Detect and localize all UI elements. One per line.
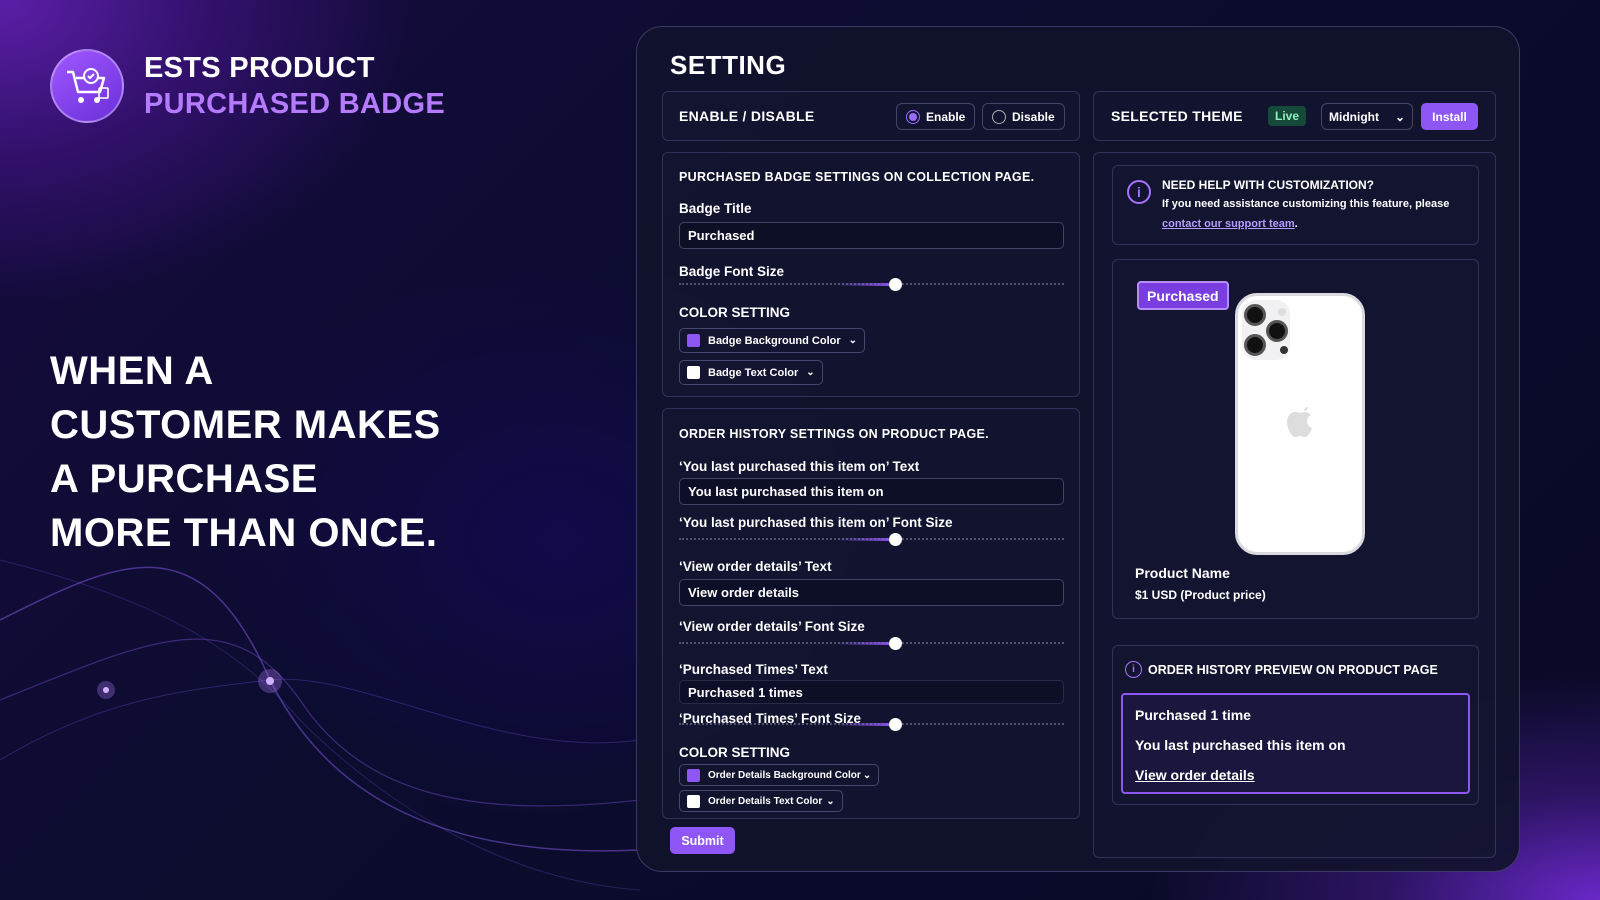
chevron-down-icon: ⌄ bbox=[806, 367, 815, 378]
hero-line: CUSTOMER MAKES bbox=[50, 403, 441, 447]
color-setting-title: COLOR SETTING bbox=[679, 745, 790, 760]
collection-settings-card: PURCHASED BADGE SETTINGS ON COLLECTION P… bbox=[662, 152, 1080, 397]
view-details-size-label: ‘View order details’ Font Size bbox=[679, 619, 865, 634]
order-details-background-color-picker[interactable]: Order Details Background Color ⌄ bbox=[679, 764, 880, 786]
order-history-section-title: ORDER HISTORY SETTINGS ON PRODUCT PAGE. bbox=[679, 427, 989, 441]
slider-thumb[interactable] bbox=[888, 278, 902, 291]
order-history-settings-card: ORDER HISTORY SETTINGS ON PRODUCT PAGE. … bbox=[662, 408, 1080, 819]
enable-radio[interactable]: Enable bbox=[896, 103, 976, 130]
slider-thumb[interactable] bbox=[888, 718, 902, 731]
purchased-times-label: ‘Purchased Times’ Text bbox=[679, 662, 828, 677]
purchased-times-input[interactable] bbox=[679, 680, 1064, 704]
install-button[interactable]: Install bbox=[1421, 103, 1478, 130]
disable-radio-label: Disable bbox=[1012, 109, 1055, 124]
info-icon: i bbox=[1127, 180, 1151, 204]
badge-background-color-picker[interactable]: Badge Background Color ⌄ bbox=[679, 328, 866, 353]
last-purchased-preview: You last purchased this item on bbox=[1135, 737, 1346, 753]
badge-title-label: Badge Title bbox=[679, 201, 752, 216]
picker-label: Badge Background Color bbox=[708, 334, 841, 347]
color-swatch bbox=[687, 366, 700, 379]
view-details-size-slider[interactable] bbox=[679, 637, 1064, 650]
purchased-badge-preview: Purchased bbox=[1137, 281, 1229, 310]
badge-text-color-picker[interactable]: Badge Text Color ⌄ bbox=[679, 360, 823, 385]
view-order-details-link[interactable]: View order details bbox=[1135, 767, 1255, 783]
last-purchased-size-label: ‘You last purchased this item on’ Font S… bbox=[679, 515, 953, 530]
order-preview-title: ORDER HISTORY PREVIEW ON PRODUCT PAGE bbox=[1148, 663, 1438, 677]
product-preview-card: Purchased Product Name $1 USD (Product p… bbox=[1112, 259, 1479, 619]
settings-panel: SETTING ENABLE / DISABLE Enable Disable … bbox=[636, 26, 1520, 872]
enable-radio-label: Enable bbox=[926, 109, 966, 124]
order-history-preview-card: i ORDER HISTORY PREVIEW ON PRODUCT PAGE … bbox=[1112, 645, 1479, 805]
order-history-preview: Purchased 1 time You last purchased this… bbox=[1121, 693, 1470, 794]
theme-label: SELECTED THEME bbox=[1111, 108, 1243, 124]
collection-section-title: PURCHASED BADGE SETTINGS ON COLLECTION P… bbox=[679, 170, 1035, 184]
theme-select[interactable]: Midnight ⌄ bbox=[1321, 103, 1413, 130]
last-purchased-label: ‘You last purchased this item on’ Text bbox=[679, 459, 920, 474]
last-purchased-size-slider[interactable] bbox=[679, 533, 1064, 546]
hero-line: WHEN A bbox=[50, 349, 214, 393]
color-setting-title: COLOR SETTING bbox=[679, 305, 790, 320]
picker-label: Badge Text Color bbox=[708, 366, 799, 379]
preview-column: i NEED HELP WITH CUSTOMIZATION? If you n… bbox=[1093, 152, 1496, 858]
hero-line: A PURCHASE bbox=[50, 457, 318, 501]
brand-title: ESTS PRODUCT bbox=[144, 52, 375, 84]
badge-font-size-slider[interactable] bbox=[679, 278, 1064, 291]
phone-product-image bbox=[1235, 293, 1365, 555]
slider-thumb[interactable] bbox=[888, 637, 902, 650]
enable-disable-card: ENABLE / DISABLE Enable Disable bbox=[662, 91, 1080, 141]
theme-card: SELECTED THEME Live Midnight ⌄ Install bbox=[1093, 91, 1496, 141]
view-details-label: ‘View order details’ Text bbox=[679, 559, 832, 574]
radio-checked-icon bbox=[906, 109, 920, 124]
enable-disable-label: ENABLE / DISABLE bbox=[679, 108, 815, 124]
color-swatch bbox=[687, 334, 700, 347]
help-suffix: . bbox=[1294, 218, 1298, 230]
purchased-times-size-slider[interactable] bbox=[679, 718, 1064, 731]
badge-font-size-label: Badge Font Size bbox=[679, 264, 785, 279]
theme-status-badge: Live bbox=[1268, 106, 1307, 126]
chevron-down-icon: ⌄ bbox=[862, 769, 872, 781]
submit-button[interactable]: Submit bbox=[670, 827, 735, 854]
info-icon: i bbox=[1125, 661, 1142, 678]
help-card: i NEED HELP WITH CUSTOMIZATION? If you n… bbox=[1112, 165, 1479, 245]
picker-label: Order Details Text Color bbox=[708, 795, 823, 807]
apple-logo-icon bbox=[1287, 407, 1312, 437]
radio-unchecked-icon bbox=[992, 109, 1006, 124]
help-text: If you need assistance customizing this … bbox=[1162, 198, 1450, 210]
help-title: NEED HELP WITH CUSTOMIZATION? bbox=[1162, 178, 1374, 192]
color-swatch bbox=[687, 768, 700, 782]
disable-radio[interactable]: Disable bbox=[982, 103, 1065, 130]
purchased-times-preview: Purchased 1 time bbox=[1135, 707, 1251, 723]
color-swatch bbox=[687, 794, 700, 808]
hero-headline: WHEN A CUSTOMER MAKES A PURCHASE MORE TH… bbox=[50, 344, 441, 560]
order-details-text-color-picker[interactable]: Order Details Text Color ⌄ bbox=[679, 790, 843, 812]
last-purchased-input[interactable] bbox=[679, 478, 1064, 505]
badge-title-input[interactable] bbox=[679, 222, 1064, 249]
slider-thumb[interactable] bbox=[888, 533, 902, 546]
chevron-down-icon: ⌄ bbox=[826, 795, 835, 807]
view-details-input[interactable] bbox=[679, 579, 1064, 606]
hero-line: MORE THAN ONCE. bbox=[50, 511, 438, 555]
picker-label: Order Details Background Color bbox=[708, 769, 861, 781]
chevron-down-icon: ⌄ bbox=[848, 335, 858, 346]
chevron-down-icon: ⌄ bbox=[1394, 109, 1405, 124]
product-name: Product Name bbox=[1135, 565, 1230, 581]
brand-subtitle: PURCHASED BADGE bbox=[144, 88, 445, 120]
brand: ESTS PRODUCT PURCHASED BADGE bbox=[50, 49, 445, 123]
page-title: SETTING bbox=[670, 50, 787, 80]
support-link[interactable]: contact our support team bbox=[1162, 218, 1295, 230]
theme-select-value: Midnight bbox=[1329, 109, 1379, 124]
product-price: $1 USD (Product price) bbox=[1135, 588, 1266, 602]
shopping-cart-icon bbox=[50, 49, 124, 123]
